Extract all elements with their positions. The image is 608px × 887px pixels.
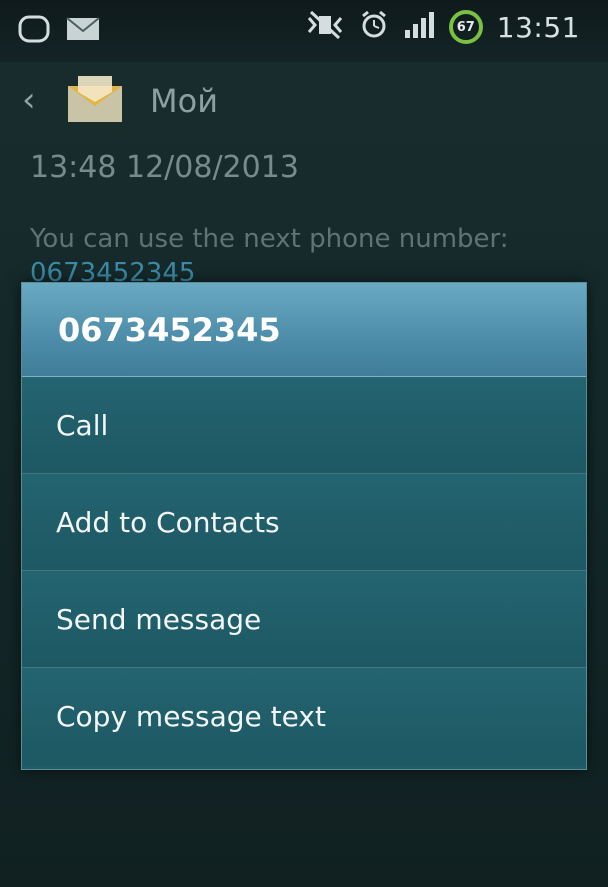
phone-screen: 67 13:51 ‹ Мой 13:48 12/08/2013 You can … <box>0 0 608 887</box>
action-bar: ‹ Мой <box>0 62 608 142</box>
battery-level: 67 <box>456 19 475 35</box>
menu-item-call[interactable]: Call <box>22 377 586 474</box>
menu-item-send-message[interactable]: Send message <box>22 571 586 668</box>
message-body: You can use the next phone number: 06734… <box>30 222 509 290</box>
battery-icon: 67 <box>448 10 483 44</box>
message-text: You can use the next phone number: <box>30 224 509 254</box>
alarm-icon <box>359 10 389 44</box>
context-menu-dialog: 0673452345 Call Add to Contacts Send mes… <box>21 282 587 770</box>
dialog-title: 0673452345 <box>22 283 586 377</box>
signal-icon <box>403 10 435 44</box>
conversation-title: Мой <box>150 82 218 120</box>
back-chevron-icon[interactable]: ‹ <box>22 80 36 120</box>
message-timestamp: 13:48 12/08/2013 <box>30 150 299 185</box>
mail-icon <box>66 16 100 46</box>
message-envelope-icon[interactable] <box>66 76 124 130</box>
clock: 13:51 <box>496 10 580 44</box>
notification-bubble-icon <box>18 14 54 48</box>
menu-item-add-to-contacts[interactable]: Add to Contacts <box>22 474 586 571</box>
mute-icon <box>305 10 345 44</box>
status-bar: 67 13:51 <box>0 0 608 62</box>
menu-item-copy-message-text[interactable]: Copy message text <box>22 668 586 765</box>
